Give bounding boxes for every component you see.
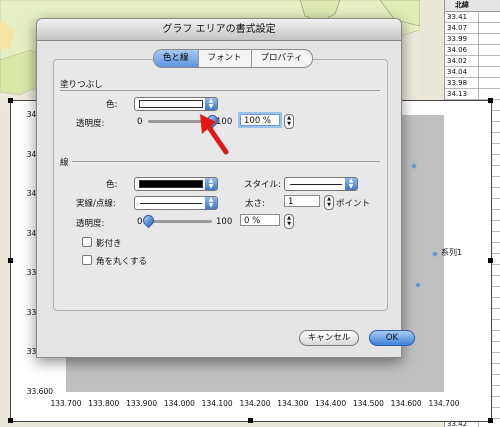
sheet-cell[interactable] <box>479 34 500 45</box>
slider-knob-icon[interactable] <box>140 212 157 229</box>
x-tick-label: 134.700 <box>428 399 460 408</box>
line-transparency-label: 透明度: <box>76 219 105 229</box>
dash-preview <box>140 203 202 204</box>
chevron-updown-icon: ▲ ▼ <box>205 197 217 209</box>
sheet-cell[interactable]: 34.06 <box>445 45 479 56</box>
x-tick-label: 134.300 <box>277 399 309 408</box>
fill-color-swatch <box>139 100 203 108</box>
x-tick-label: 134.000 <box>163 399 195 408</box>
fill-slider-min: 0 <box>137 117 143 127</box>
annotation-arrow-icon <box>200 114 229 155</box>
chevron-updown-icon: ▲ ▼ <box>345 178 357 190</box>
line-slider-min: 0 <box>137 217 143 227</box>
line-transparency-field[interactable]: 0 % <box>240 214 280 226</box>
selection-handle[interactable] <box>488 258 493 263</box>
line-style-preview <box>290 184 342 185</box>
sheet-cell[interactable]: 34.02 <box>445 56 479 67</box>
dash-popup[interactable]: ▲ ▼ <box>134 196 218 210</box>
sheet-cell[interactable]: 34.07 <box>445 23 479 34</box>
divider <box>60 90 380 91</box>
sheet-cell[interactable] <box>479 56 500 67</box>
tab-pane: 塗りつぶし 色: ▲ ▼ 透明度: 0 100 100 % ▲ ▼ 線 色: ▲ ▼ … <box>53 59 388 311</box>
x-tick-label: 133.800 <box>88 399 120 408</box>
selection-handle[interactable] <box>488 98 493 103</box>
chevron-updown-icon: ▲ ▼ <box>205 98 217 110</box>
line-style-label: スタイル: <box>244 180 281 190</box>
fill-section-title: 塗りつぶし <box>60 80 103 90</box>
sheet-cell[interactable] <box>479 45 500 56</box>
fill-transparency-stepper[interactable]: ▲ ▼ <box>284 114 294 129</box>
shadow-checkbox[interactable] <box>82 237 92 247</box>
tab-color-and-line[interactable]: 色と線 <box>154 50 199 67</box>
x-tick-label: 134.500 <box>352 399 384 408</box>
tab-bar: 色と線 フォント プロパティ <box>153 49 313 68</box>
tab-font[interactable]: フォント <box>199 50 252 67</box>
sheet-cell[interactable] <box>479 78 500 89</box>
sheet-cell[interactable]: 33.41 <box>445 12 479 23</box>
x-tick-label: 134.600 <box>390 399 422 408</box>
chevron-updown-icon: ▲ ▼ <box>205 178 217 190</box>
divider <box>72 161 380 162</box>
fill-transparency-field[interactable]: 100 % <box>240 114 280 126</box>
tab-properties[interactable]: プロパティ <box>252 50 312 67</box>
fill-color-popup[interactable]: ▲ ▼ <box>134 97 218 111</box>
weight-label: 太さ: <box>245 199 265 209</box>
column-header-next <box>479 0 500 12</box>
sheet-cell[interactable]: 34.13 <box>445 89 479 100</box>
column-header: 北緯 <box>445 0 479 12</box>
shadow-label: 影付き <box>96 239 122 249</box>
line-color-popup[interactable]: ▲ ▼ <box>134 177 218 191</box>
x-tick-label: 133.700 <box>50 399 82 408</box>
line-style-popup[interactable]: ▲ ▼ <box>284 177 358 191</box>
rounded-corners-label: 角を丸くする <box>96 257 148 267</box>
sheet-cell[interactable] <box>479 12 500 23</box>
weight-unit: ポイント <box>336 199 371 209</box>
fill-color-label: 色: <box>106 100 118 110</box>
sheet-cell[interactable]: 33.98 <box>445 78 479 89</box>
fill-transparency-label: 透明度: <box>76 119 105 129</box>
y-tick-label: 33.600 <box>26 387 53 396</box>
line-transparency-slider[interactable] <box>148 220 212 223</box>
legend-label: 系列1 <box>441 248 463 257</box>
line-slider-max: 100 <box>216 217 233 227</box>
dialog-title: グラフ エリアの書式設定 <box>37 19 401 41</box>
selection-handle[interactable] <box>248 418 253 423</box>
x-tick-label: 133.900 <box>126 399 158 408</box>
weight-stepper[interactable]: ▲ ▼ <box>324 195 334 210</box>
selection-handle[interactable] <box>8 258 13 263</box>
sheet-cell[interactable]: 33.99 <box>445 34 479 45</box>
rounded-corners-checkbox[interactable] <box>82 255 92 265</box>
selection-handle[interactable] <box>8 418 13 423</box>
cancel-button[interactable]: キャンセル <box>299 330 359 346</box>
sheet-cell[interactable]: 34.04 <box>445 67 479 78</box>
line-color-label: 色: <box>106 180 118 190</box>
line-color-swatch <box>139 180 203 188</box>
selection-handle[interactable] <box>8 98 13 103</box>
sheet-cell[interactable] <box>479 67 500 78</box>
format-chart-area-dialog: グラフ エリアの書式設定 塗りつぶし 色: ▲ ▼ 透明度: 0 100 100 … <box>36 18 415 358</box>
sheet-cell[interactable] <box>479 23 500 34</box>
line-section-title: 線 <box>60 158 69 168</box>
x-tick-label: 134.200 <box>239 399 271 408</box>
x-tick-label: 134.100 <box>201 399 233 408</box>
ok-button[interactable]: OK <box>369 330 415 346</box>
selection-handle[interactable] <box>488 418 493 423</box>
line-transparency-stepper[interactable]: ▲ ▼ <box>284 214 294 229</box>
x-tick-label: 134.400 <box>315 399 347 408</box>
weight-field[interactable]: 1 <box>284 195 320 207</box>
dash-label: 実線/点線: <box>76 199 116 209</box>
